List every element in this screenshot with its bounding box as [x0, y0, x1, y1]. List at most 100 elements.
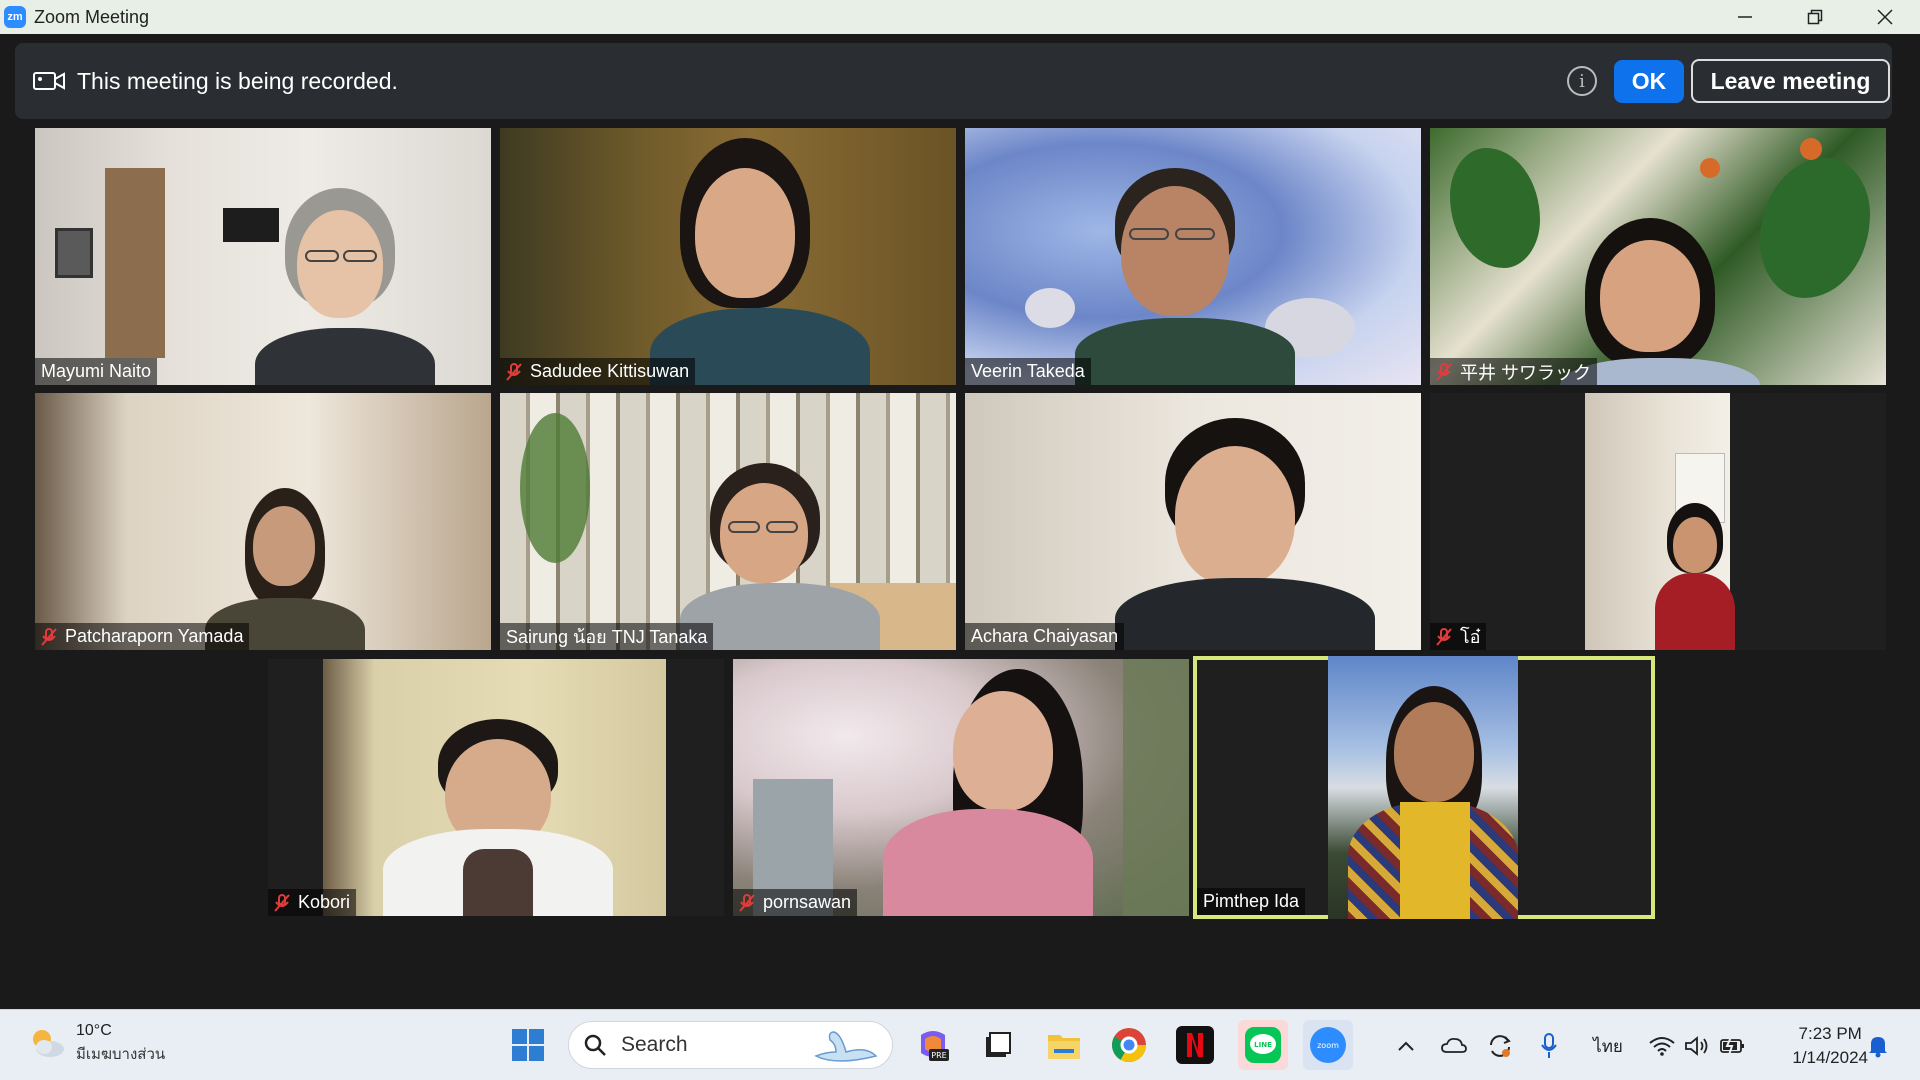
restore-button[interactable] — [1780, 0, 1850, 34]
participant-tile[interactable]: 平井 サワラック — [1430, 128, 1886, 385]
participant-video — [1430, 128, 1886, 385]
participant-figure — [1655, 503, 1735, 650]
svg-text:PRE: PRE — [931, 1051, 946, 1060]
ok-button[interactable]: OK — [1614, 60, 1684, 103]
participant-name-tag: pornsawan — [733, 889, 858, 916]
recording-banner: This meeting is being recorded. i OK Lea… — [15, 43, 1892, 119]
plant — [520, 413, 590, 563]
weather-widget[interactable]: 10°C มีเมฆบางส่วน — [28, 1022, 165, 1066]
taskbar-clock[interactable]: 7:23 PM 1/14/2024 — [1792, 1022, 1868, 1070]
leaf-pattern — [1450, 148, 1540, 268]
participant-tile[interactable]: Sairung น้อย TNJ Tanaka — [500, 393, 956, 650]
netflix-icon[interactable] — [1176, 1026, 1214, 1064]
participant-name: Achara Chaiyasan — [971, 626, 1119, 646]
participant-tile[interactable]: Achara Chaiyasan — [965, 393, 1421, 650]
participant-video — [500, 393, 956, 650]
minimize-icon — [1738, 16, 1752, 18]
participant-video — [35, 393, 491, 650]
participant-figure — [255, 188, 445, 385]
participant-name: Veerin Takeda — [971, 361, 1085, 381]
participant-video — [733, 659, 1189, 916]
input-language[interactable]: ไทย — [1590, 1032, 1626, 1060]
participant-tile-active-speaker[interactable]: Pimthep Ida — [1193, 656, 1655, 919]
chrome-icon[interactable] — [1110, 1026, 1148, 1064]
participant-name: โอ๋ — [1460, 627, 1481, 647]
window-title: Zoom Meeting — [34, 6, 150, 27]
door — [105, 168, 165, 358]
muted-mic-icon — [506, 362, 522, 381]
swan-decoration-icon — [814, 1031, 878, 1062]
taskbar-search[interactable]: Search — [568, 1021, 893, 1069]
svg-text:zoom: zoom — [1317, 1041, 1339, 1050]
title-bar: zm Zoom Meeting — [0, 0, 1920, 34]
zoom-logo-icon: zm — [4, 6, 26, 28]
participant-name-tag: Sairung น้อย TNJ Tanaka — [500, 623, 714, 650]
participant-tile[interactable]: Mayumi Naito — [35, 128, 491, 385]
zoom-app-icon[interactable]: zoom — [1303, 1020, 1353, 1070]
participant-figure — [1348, 686, 1518, 919]
windows-icon — [512, 1029, 544, 1061]
microphone-icon[interactable] — [1535, 1032, 1563, 1060]
minimize-button[interactable] — [1710, 0, 1780, 34]
search-label: Search — [621, 1033, 688, 1056]
line-app-icon[interactable]: LINE — [1238, 1020, 1288, 1070]
recording-message: This meeting is being recorded. — [77, 67, 398, 94]
participant-figure — [680, 463, 880, 650]
battery-icon[interactable] — [1719, 1032, 1747, 1060]
info-icon[interactable]: i — [1567, 66, 1597, 96]
recording-camera-icon — [33, 72, 65, 90]
onedrive-icon[interactable] — [1440, 1032, 1468, 1060]
orange-fruit — [1700, 158, 1720, 178]
participant-name: 平井 サワラック — [1460, 362, 1592, 383]
search-icon — [584, 1034, 606, 1056]
participant-tile[interactable]: Sadudee Kittisuwan — [500, 128, 956, 385]
leaf-pattern — [1760, 158, 1870, 298]
participant-video — [500, 128, 956, 385]
start-button[interactable] — [509, 1026, 547, 1064]
participant-figure — [383, 719, 613, 916]
participant-name-tag: โอ๋ — [1430, 623, 1487, 650]
show-hidden-icons-chevron-icon[interactable] — [1392, 1032, 1420, 1060]
muted-mic-icon — [1436, 362, 1452, 381]
participant-video — [965, 393, 1421, 650]
participant-figure — [1075, 168, 1295, 385]
participant-figure — [1115, 418, 1375, 650]
muted-mic-icon — [274, 893, 290, 912]
weather-temperature: 10°C — [76, 1022, 112, 1039]
tree — [1123, 659, 1189, 916]
participant-tile[interactable]: Patcharaporn Yamada — [35, 393, 491, 650]
participant-name: Kobori — [298, 892, 351, 912]
participant-name-tag: Achara Chaiyasan — [965, 623, 1125, 650]
sync-icon[interactable] — [1486, 1032, 1514, 1060]
participant-video — [35, 128, 491, 385]
window-controls — [1710, 0, 1920, 34]
participant-name-tag: Pimthep Ida — [1197, 888, 1306, 915]
muted-mic-icon — [41, 627, 57, 646]
participant-tile[interactable]: Veerin Takeda — [965, 128, 1421, 385]
participant-video — [1585, 393, 1735, 650]
volume-icon[interactable] — [1683, 1032, 1711, 1060]
file-explorer-icon[interactable] — [1045, 1026, 1083, 1064]
participant-tile[interactable]: Kobori — [268, 659, 724, 916]
participant-name-tag: Veerin Takeda — [965, 358, 1091, 385]
muted-mic-icon — [739, 893, 755, 912]
participant-name-tag: 平井 サワラック — [1430, 358, 1598, 385]
picture-frame — [55, 228, 93, 278]
meeting-area: This meeting is being recorded. i OK Lea… — [0, 34, 1920, 1009]
wifi-icon[interactable] — [1648, 1032, 1676, 1060]
task-view-icon[interactable] — [979, 1026, 1017, 1064]
svg-text:LINE: LINE — [1254, 1041, 1272, 1049]
participant-tile[interactable]: pornsawan — [733, 659, 1189, 916]
participant-name: Sairung น้อย TNJ Tanaka — [506, 627, 708, 647]
participant-figure — [883, 669, 1113, 916]
participant-name-tag: Patcharaporn Yamada — [35, 623, 250, 650]
participant-name: Mayumi Naito — [41, 361, 152, 381]
notification-bell-icon[interactable] — [1864, 1032, 1892, 1060]
taskbar: 10°C มีเมฆบางส่วน Search PRE LINE zoom ไ… — [0, 1009, 1920, 1080]
participant-tile[interactable]: โอ๋ — [1430, 393, 1886, 650]
participant-name: Sadudee Kittisuwan — [530, 361, 690, 381]
leave-meeting-button[interactable]: Leave meeting — [1691, 59, 1890, 103]
close-button[interactable] — [1850, 0, 1920, 34]
copilot-app-icon[interactable]: PRE — [914, 1026, 952, 1064]
participant-name: Pimthep Ida — [1203, 891, 1300, 911]
